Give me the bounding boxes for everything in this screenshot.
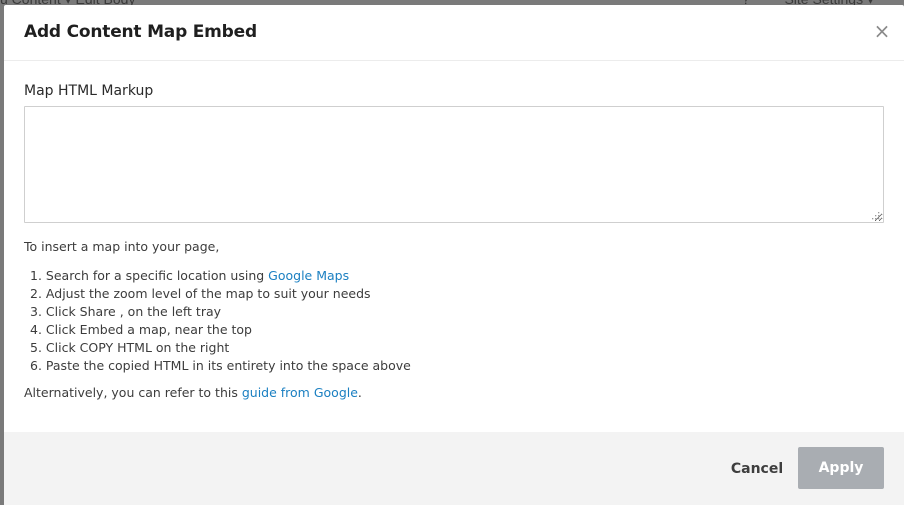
steps-list: 1. Search for a specific location using …	[24, 267, 884, 375]
dialog-header: Add Content Map Embed ×	[4, 5, 904, 61]
step-number: 6.	[30, 358, 42, 373]
step-text: Adjust the zoom level of the map to suit…	[45, 286, 371, 301]
step-text: Click Embed a map, near the top	[45, 322, 252, 337]
list-item: 5. Click COPY HTML on the right	[24, 339, 884, 357]
step-text: Search for a specific location using	[45, 268, 269, 283]
list-item: 6. Paste the copied HTML in its entirety…	[24, 357, 884, 375]
apply-button[interactable]: Apply	[798, 447, 884, 489]
list-item: 4. Click Embed a map, near the top	[24, 321, 884, 339]
google-maps-link[interactable]: Google Maps	[268, 268, 349, 283]
step-number: 5.	[30, 340, 42, 355]
step-number: 4.	[30, 322, 42, 337]
instructions: To insert a map into your page, 1. Searc…	[24, 239, 884, 401]
alternative-text: Alternatively, you can refer to this gui…	[24, 385, 884, 401]
cancel-button[interactable]: Cancel	[722, 456, 792, 482]
dialog-title: Add Content Map Embed	[24, 22, 257, 42]
step-text: Click COPY HTML on the right	[45, 340, 230, 355]
alternative-suffix: .	[357, 385, 362, 400]
map-html-label: Map HTML Markup	[24, 83, 154, 99]
instructions-intro: To insert a map into your page,	[24, 239, 220, 254]
map-embed-dialog: Add Content Map Embed × Map HTML Markup …	[4, 5, 904, 505]
dialog-footer: Cancel Apply	[4, 432, 904, 505]
map-html-textarea[interactable]	[24, 106, 884, 223]
step-number: 2.	[30, 286, 42, 301]
step-text: Click Share , on the left tray	[45, 304, 222, 319]
list-item: 1. Search for a specific location using …	[24, 267, 884, 285]
close-icon[interactable]: ×	[872, 21, 892, 41]
resize-grip-icon[interactable]	[870, 210, 880, 220]
step-number: 1.	[30, 268, 42, 283]
list-item: 2. Adjust the zoom level of the map to s…	[24, 285, 884, 303]
step-text: Paste the copied HTML in its entirety in…	[45, 358, 411, 373]
google-guide-link[interactable]: guide from Google	[242, 385, 358, 400]
step-number: 3.	[30, 304, 42, 319]
list-item: 3. Click Share , on the left tray	[24, 303, 884, 321]
alternative-prefix: Alternatively, you can refer to this	[24, 385, 242, 400]
